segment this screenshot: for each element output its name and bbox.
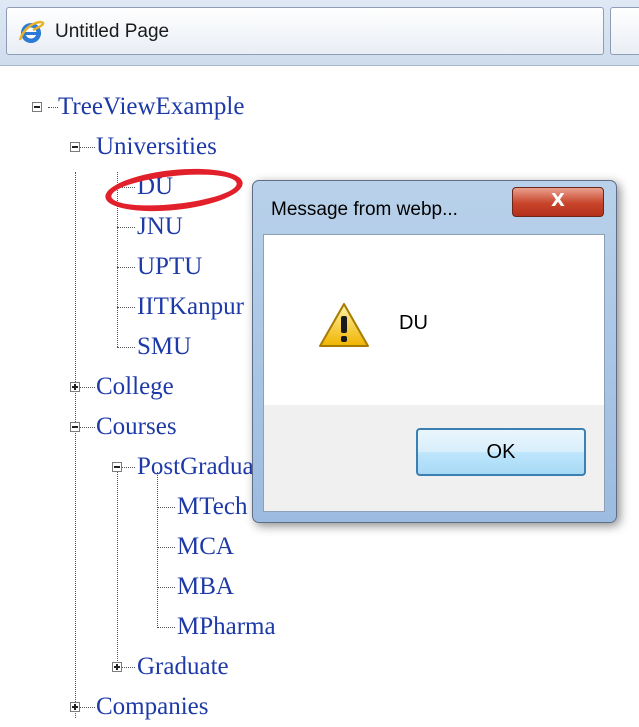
dialog-body: DU OK (263, 234, 605, 512)
alert-dialog: Message from webp... X DU OK (252, 180, 617, 523)
tree-node-smu[interactable]: SMU (137, 332, 191, 362)
tree-connector (80, 387, 95, 388)
tree-node-companies[interactable]: Companies (96, 692, 209, 722)
tree-connector (117, 347, 135, 348)
tree-connector (80, 707, 95, 708)
collapse-icon[interactable] (112, 462, 122, 472)
close-icon: X (551, 190, 565, 211)
tree-connector (122, 667, 135, 668)
tree-node-mpharma[interactable]: MPharma (177, 612, 276, 642)
tree-node-graduate[interactable]: Graduate (137, 652, 229, 682)
tree-connector (157, 587, 175, 588)
tree-node-uptu[interactable]: UPTU (137, 252, 202, 282)
tree-connector (117, 227, 135, 228)
expand-icon[interactable] (70, 382, 80, 392)
tree-connector (157, 547, 175, 548)
tree-connector (157, 472, 158, 628)
tree-connector (80, 427, 95, 428)
tree-node-jnu[interactable]: JNU (137, 212, 183, 242)
tree-node-mca[interactable]: MCA (177, 532, 234, 562)
dialog-title: Message from webp... (271, 199, 458, 220)
warning-icon (319, 303, 369, 347)
tree-connector (117, 472, 118, 667)
tree-connector (157, 627, 175, 628)
expand-icon[interactable] (112, 662, 122, 672)
ok-button[interactable]: OK (416, 428, 586, 476)
tree-connector (48, 107, 58, 108)
highlight-ellipse (103, 162, 245, 218)
collapse-icon[interactable] (70, 142, 80, 152)
tree-connector (117, 267, 135, 268)
expand-icon[interactable] (70, 702, 80, 712)
close-button[interactable]: X (512, 187, 604, 217)
tree-node-root[interactable]: TreeViewExample (58, 92, 244, 122)
collapse-icon[interactable] (70, 422, 80, 432)
tree-connector (157, 507, 175, 508)
dialog-content: DU (264, 235, 604, 405)
tree-node-college[interactable]: College (96, 372, 174, 402)
tree-connector (122, 467, 135, 468)
tree-connector (75, 172, 76, 718)
collapse-icon[interactable] (32, 102, 42, 112)
tree-node-mba[interactable]: MBA (177, 572, 234, 602)
tree-node-courses[interactable]: Courses (96, 412, 177, 442)
tree-node-universities[interactable]: Universities (96, 132, 217, 162)
tree-node-iitkanpur[interactable]: IITKanpur (137, 292, 244, 322)
tree-connector (80, 147, 95, 148)
tree-connector (117, 307, 135, 308)
tree-node-mtech[interactable]: MTech (177, 492, 247, 522)
dialog-message: DU (399, 312, 428, 334)
